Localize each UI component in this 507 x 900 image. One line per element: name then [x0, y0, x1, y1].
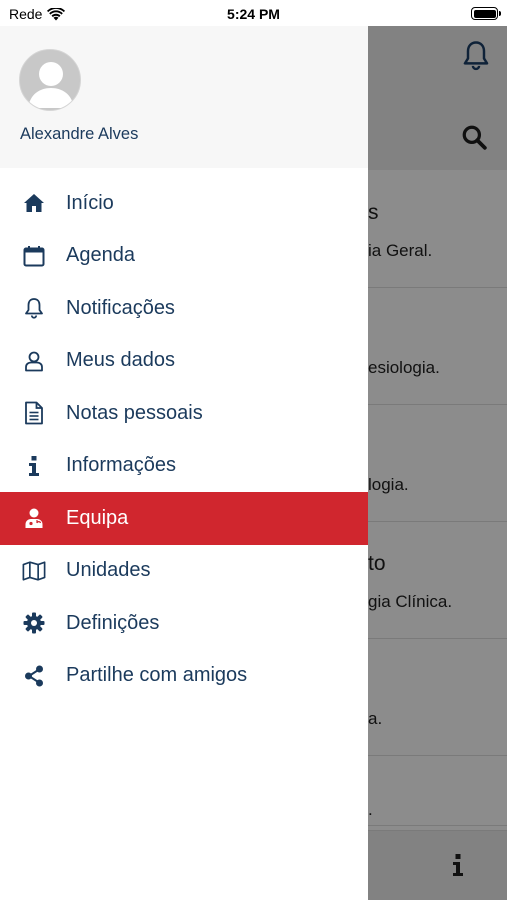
- share-icon: [22, 664, 46, 688]
- menu-item-notificacoes[interactable]: Notificações: [0, 282, 368, 335]
- profile-name: Alexandre Alves: [20, 125, 139, 143]
- drawer-menu: Início Agenda Notificações Meus dados No…: [0, 168, 368, 702]
- menu-item-equipa[interactable]: Equipa: [0, 492, 368, 545]
- menu-item-partilhe[interactable]: Partilhe com amigos: [0, 650, 368, 703]
- profile-header[interactable]: Alexandre Alves: [0, 26, 368, 168]
- menu-item-definicoes[interactable]: Definições: [0, 597, 368, 650]
- calendar-icon: [22, 244, 46, 268]
- menu-item-label: Agenda: [66, 244, 135, 267]
- bell-icon: [463, 41, 489, 71]
- home-icon: [22, 191, 46, 215]
- menu-item-label: Informações: [66, 454, 177, 477]
- menu-item-agenda[interactable]: Agenda: [0, 230, 368, 283]
- battery-icon: [471, 7, 501, 20]
- user-icon: [22, 349, 46, 373]
- menu-item-label: Notificações: [66, 296, 175, 319]
- menu-item-unidades[interactable]: Unidades: [0, 545, 368, 598]
- status-bar: Rede 5:24 PM: [0, 0, 507, 26]
- search-icon: [462, 125, 487, 150]
- menu-item-label: Equipa: [66, 506, 129, 529]
- menu-item-inicio[interactable]: Início: [0, 177, 368, 230]
- document-icon: [22, 401, 46, 425]
- menu-item-label: Início: [66, 191, 114, 214]
- side-drawer: Alexandre Alves Início Agenda Notificaçõ…: [0, 26, 368, 900]
- info-icon: [22, 454, 46, 478]
- menu-item-label: Definições: [66, 611, 160, 634]
- menu-item-label: Meus dados: [66, 349, 175, 372]
- menu-item-label: Notas pessoais: [66, 401, 203, 424]
- bell-icon: [22, 296, 46, 320]
- doctor-icon: [22, 506, 46, 530]
- map-icon: [22, 559, 46, 583]
- gear-icon: [22, 611, 46, 635]
- menu-item-label: Partilhe com amigos: [66, 664, 248, 687]
- menu-item-notas-pessoais[interactable]: Notas pessoais: [0, 387, 368, 440]
- info-icon: [453, 854, 463, 876]
- avatar[interactable]: [19, 49, 81, 111]
- menu-item-label: Unidades: [66, 559, 151, 582]
- menu-item-informacoes[interactable]: Informações: [0, 440, 368, 493]
- menu-item-meus-dados[interactable]: Meus dados: [0, 335, 368, 388]
- clock: 5:24 PM: [227, 6, 280, 22]
- user-avatar-icon: [28, 62, 74, 108]
